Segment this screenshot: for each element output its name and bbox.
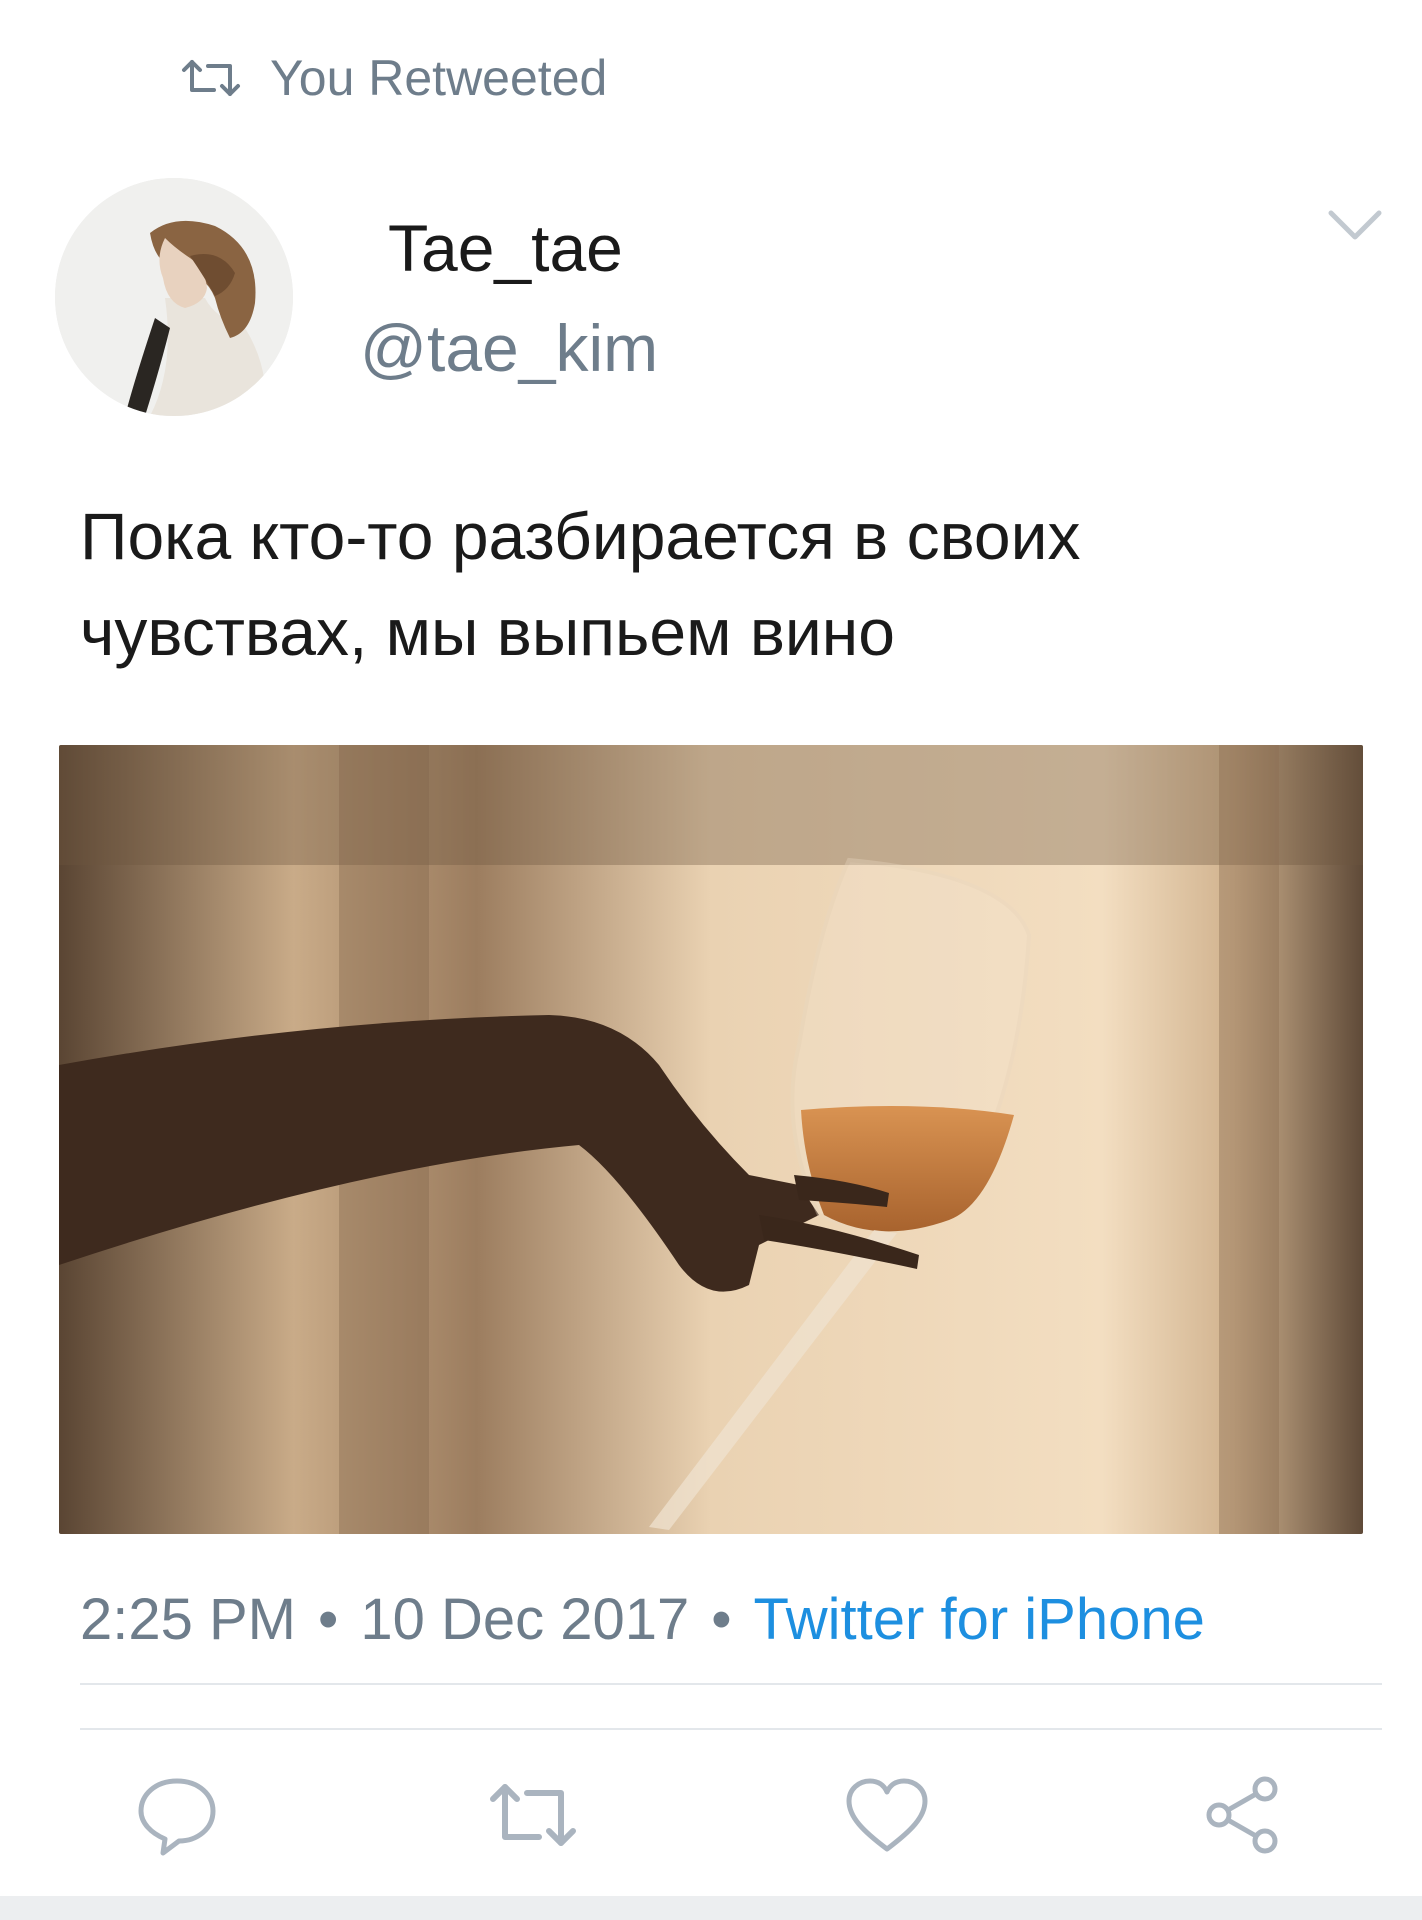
user-handle[interactable]: @tae_kim xyxy=(360,310,658,386)
reply-icon xyxy=(138,1778,216,1856)
like-button[interactable] xyxy=(832,1760,942,1870)
meta-separator: • xyxy=(318,1587,339,1652)
tweet-text: Пока кто-то разбирается в своих чувствах… xyxy=(80,499,1081,669)
action-bar xyxy=(0,1760,1422,1870)
tweet-meta: 2:25 PM • 10 Dec 2017 • Twitter for iPhone xyxy=(80,1586,1205,1653)
share-button[interactable] xyxy=(1188,1760,1298,1870)
avatar[interactable] xyxy=(55,178,293,416)
tweet-source-link[interactable]: Twitter for iPhone xyxy=(754,1587,1205,1652)
display-name[interactable]: Tae_tae xyxy=(388,210,623,286)
retweet-icon xyxy=(490,1784,576,1846)
meta-separator: • xyxy=(711,1587,732,1652)
tweet-media[interactable] xyxy=(59,745,1363,1534)
retweet-label: You Retweeted xyxy=(270,50,608,106)
retweet-button[interactable] xyxy=(478,1760,588,1870)
divider xyxy=(80,1683,1382,1685)
bottom-edge xyxy=(0,1896,1422,1920)
divider xyxy=(80,1728,1382,1730)
share-icon xyxy=(1206,1776,1278,1854)
reply-button[interactable] xyxy=(122,1760,232,1870)
chevron-down-icon[interactable] xyxy=(1325,205,1385,245)
tweet-date: 10 Dec 2017 xyxy=(360,1587,690,1652)
retweet-icon xyxy=(182,60,240,96)
heart-icon xyxy=(846,1778,928,1852)
retweet-banner: You Retweeted xyxy=(178,48,607,108)
tweet-time: 2:25 PM xyxy=(80,1587,296,1652)
